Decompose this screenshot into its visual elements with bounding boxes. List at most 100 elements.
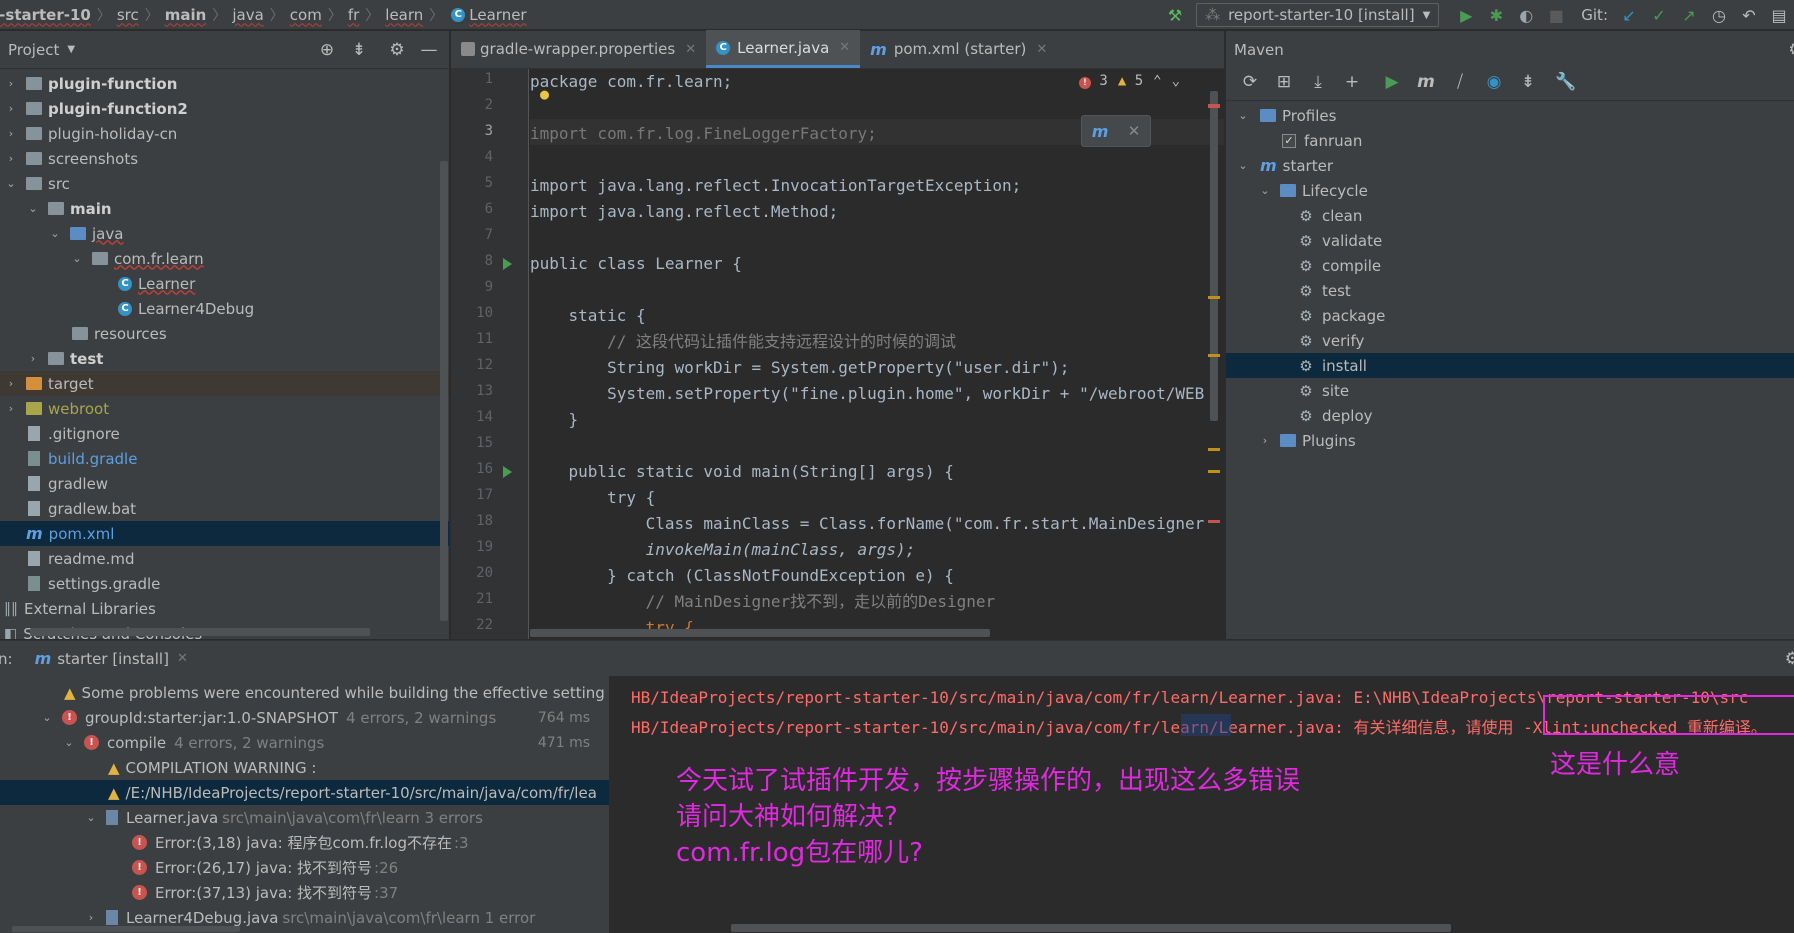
tree-item-readme-md[interactable]: readme.md — [0, 546, 449, 571]
build-tree-row[interactable]: ⌄ Learner.java src\main\java\com\fr\learn … — [0, 805, 609, 830]
maven-phase-site[interactable]: ⚙ site — [1226, 378, 1794, 403]
tree-item-settings-gradle[interactable]: settings.gradle — [0, 571, 449, 596]
collapse-all-icon[interactable]: ⇟ — [1512, 72, 1544, 92]
project-vertical-scrollbar[interactable] — [440, 161, 448, 621]
build-tree-row[interactable]: ! Error:(37,13) java: 找不到符号:37 — [0, 880, 609, 905]
git-push-icon[interactable]: ↗ — [1674, 0, 1704, 30]
maven-profile-fanruan[interactable]: ✓ fanruan — [1226, 128, 1794, 153]
maven-tree-profiles[interactable]: ⌄ Profiles — [1226, 103, 1794, 128]
breadcrumb-main[interactable]: main — [161, 6, 211, 24]
chevron-right-icon[interactable]: › — [1258, 434, 1272, 447]
maven-phase-verify[interactable]: ⚙ verify — [1226, 328, 1794, 353]
build-tree-row[interactable]: ⌄! groupId:starter:jar:1.0-SNAPSHOT 4 erro… — [0, 705, 609, 730]
chevron-right-icon[interactable]: › — [4, 127, 18, 140]
stop-icon[interactable]: ■ — [1541, 0, 1571, 30]
chevron-right-icon[interactable]: › — [4, 102, 18, 115]
close-icon[interactable]: ✕ — [177, 651, 188, 666]
close-icon[interactable]: ✕ — [1036, 42, 1047, 57]
build-tree-row[interactable]: ▲ Some problems were encountered while bu… — [0, 680, 609, 705]
tab-gradle-wrapper-properties[interactable]: gradle-wrapper.properties ✕ — [451, 30, 706, 68]
error-stripe-mark[interactable] — [1208, 104, 1220, 108]
tree-item-com-fr-learn[interactable]: ⌄ com.fr.learn — [0, 246, 449, 271]
inspection-widget[interactable]: ! 3 ▲ 5 ⌃ ⌄ — [1078, 73, 1180, 89]
maven-phase-package[interactable]: ⚙ package — [1226, 303, 1794, 328]
run-gutter-icon[interactable] — [503, 258, 512, 270]
tree-item-main[interactable]: ⌄ main — [0, 196, 449, 221]
warning-stripe-mark[interactable] — [1208, 470, 1220, 473]
maven-m-icon[interactable]: m — [1410, 72, 1442, 92]
chevron-down-icon[interactable]: ⌄ — [1172, 73, 1180, 89]
minimize-icon[interactable]: — — [413, 40, 445, 60]
chevron-down-icon[interactable]: ▼ — [67, 44, 75, 55]
chevron-down-icon[interactable]: ⌄ — [70, 252, 84, 265]
close-icon[interactable]: ✕ — [839, 40, 850, 55]
run-gutter-icon[interactable] — [503, 466, 512, 478]
run-config-select[interactable]: ⁂ report-starter-10 [install] ▼ — [1196, 3, 1440, 27]
run-tab-starter-install[interactable]: starter [install] — [57, 650, 169, 668]
project-panel-title[interactable]: Project — [8, 41, 59, 59]
maven-reload-icon[interactable]: m — [1092, 122, 1109, 141]
collapse-all-icon[interactable]: ⇟ — [343, 40, 375, 60]
tree-item-plugin-function2[interactable]: › plugin-function2 — [0, 96, 449, 121]
warning-stripe-mark[interactable] — [1208, 296, 1220, 299]
gear-icon[interactable]: ⚙ — [1785, 649, 1794, 669]
tree-item-learner[interactable]: C Learner — [0, 271, 449, 296]
maven-tree-plugins[interactable]: › Plugins — [1226, 428, 1794, 453]
tree-item-java[interactable]: ⌄ java — [0, 221, 449, 246]
run-icon[interactable]: ▶ — [1451, 0, 1481, 30]
breadcrumb-fr[interactable]: fr — [344, 6, 363, 24]
build-horizontal-scrollbar[interactable] — [12, 926, 240, 932]
tree-item-webroot[interactable]: › webroot — [0, 396, 449, 421]
maven-phase-validate[interactable]: ⚙ validate — [1226, 228, 1794, 253]
tree-item-screenshots[interactable]: › screenshots — [0, 146, 449, 171]
chevron-down-icon[interactable]: ⌄ — [4, 177, 18, 190]
chevron-down-icon[interactable]: ⌄ — [1236, 159, 1250, 172]
chevron-right-icon[interactable]: › — [4, 402, 18, 415]
toggle-offline-icon[interactable]: ⧸ — [1444, 72, 1476, 92]
breadcrumb-src[interactable]: src — [113, 6, 143, 24]
chevron-right-icon[interactable]: › — [26, 352, 40, 365]
git-update-icon[interactable]: ↙ — [1614, 0, 1644, 30]
project-horizontal-scrollbar[interactable] — [30, 628, 370, 636]
coverage-icon[interactable]: ◐ — [1511, 0, 1541, 30]
plus-icon[interactable]: + — [1336, 72, 1368, 92]
build-tree-row[interactable]: ▲ COMPILATION WARNING : — [0, 755, 609, 780]
maven-phase-deploy[interactable]: ⚙ deploy — [1226, 403, 1794, 428]
close-icon[interactable]: ✕ — [685, 42, 696, 57]
chevron-right-icon[interactable]: › — [4, 377, 18, 390]
breadcrumb-com[interactable]: com — [286, 6, 326, 24]
tab-pom-xml[interactable]: m pom.xml (starter) ✕ — [860, 30, 1057, 68]
console-horizontal-scrollbar[interactable] — [731, 924, 1451, 932]
tree-item-gitignore[interactable]: .gitignore — [0, 421, 449, 446]
tree-item-target[interactable]: › target — [0, 371, 449, 396]
tab-learner-java[interactable]: C Learner.java ✕ — [706, 30, 861, 68]
chevron-right-icon[interactable]: › — [84, 911, 98, 924]
add-folder-icon[interactable]: ⊞ — [1268, 72, 1300, 92]
chevron-right-icon[interactable]: › — [4, 152, 18, 165]
tree-item-resources[interactable]: resources — [0, 321, 449, 346]
build-hammer-icon[interactable]: ⚒ — [1160, 0, 1190, 30]
breadcrumb-project[interactable]: t-starter-10 — [0, 6, 95, 24]
chevron-down-icon[interactable]: ⌄ — [40, 711, 54, 724]
tree-item-pom-xml[interactable]: m pom.xml — [0, 521, 449, 546]
tree-item-external-libraries[interactable]: ‖‖ External Libraries — [0, 596, 449, 621]
maven-tree-starter[interactable]: ⌄ m starter — [1226, 153, 1794, 178]
maven-tree-lifecycle[interactable]: ⌄ Lifecycle — [1226, 178, 1794, 203]
breadcrumb-learner[interactable]: Learner — [469, 6, 530, 24]
debug-bug-icon[interactable]: ✱ — [1481, 0, 1511, 30]
wrench-icon[interactable]: 🔧 — [1550, 72, 1582, 92]
breadcrumb-java[interactable]: java — [228, 6, 267, 24]
download-icon[interactable]: ⤓ — [1302, 72, 1334, 92]
tree-item-plugin-function[interactable]: › plugin-function — [0, 71, 449, 96]
tree-item-gradlew-bat[interactable]: gradlew.bat — [0, 496, 449, 521]
maven-reload-popup[interactable]: m ✕ — [1081, 115, 1151, 147]
chevron-down-icon[interactable]: ⌄ — [84, 811, 98, 824]
build-tree-row[interactable]: ▲ /E:/NHB/IdeaProjects/report-starter-10/… — [0, 780, 609, 805]
chevron-up-icon[interactable]: ⌃ — [1153, 73, 1161, 89]
tree-item-gradlew[interactable]: gradlew — [0, 471, 449, 496]
checkbox-checked-icon[interactable]: ✓ — [1282, 133, 1296, 148]
chevron-right-icon[interactable]: › — [4, 77, 18, 90]
chevron-down-icon[interactable]: ⌄ — [48, 227, 62, 240]
chevron-down-icon[interactable]: ⌄ — [62, 736, 76, 749]
gear-icon[interactable]: ⚙ — [1780, 40, 1794, 60]
